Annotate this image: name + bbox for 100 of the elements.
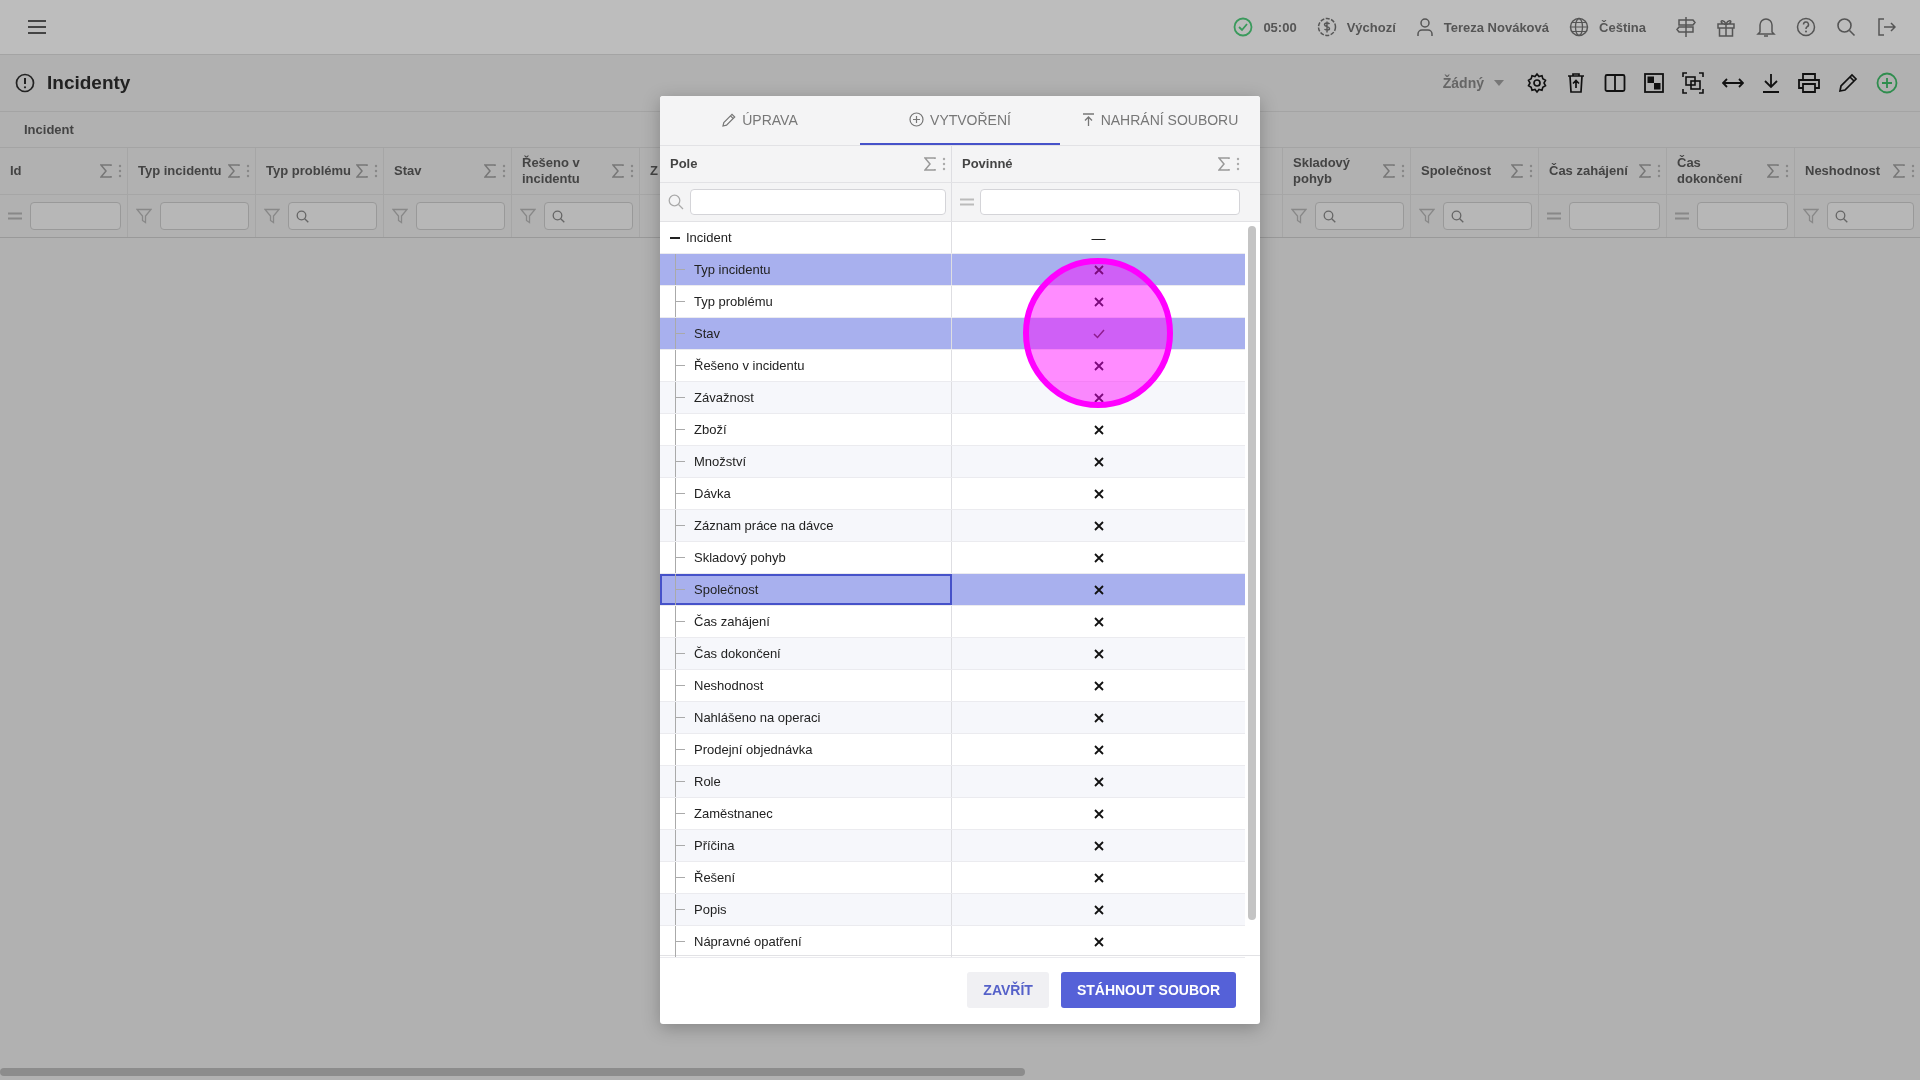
sum-icon[interactable]: [484, 164, 496, 178]
filter-field[interactable]: [1315, 202, 1404, 230]
filter-field[interactable]: [1569, 202, 1660, 230]
column-header[interactable]: Typ incidentu: [128, 148, 255, 195]
tree-row[interactable]: Prodejní objednávka: [660, 734, 952, 765]
filter-field[interactable]: [690, 189, 946, 215]
column-menu-icon[interactable]: [1529, 164, 1533, 178]
sum-icon[interactable]: [1218, 157, 1230, 171]
column-header[interactable]: Povinné: [952, 146, 1245, 182]
filter-field[interactable]: [30, 202, 121, 230]
dialog-tab[interactable]: NAHRÁNÍ SOUBORU: [1060, 96, 1260, 145]
filter-field[interactable]: [288, 202, 377, 230]
filter-icon[interactable]: [264, 208, 280, 224]
column-menu-icon[interactable]: [1785, 164, 1789, 178]
sum-icon[interactable]: [100, 164, 112, 178]
column-menu-icon[interactable]: [630, 164, 634, 178]
sum-icon[interactable]: [1383, 164, 1395, 178]
download-button[interactable]: STÁHNOUT SOUBOR: [1060, 972, 1236, 1008]
sum-icon[interactable]: [356, 164, 368, 178]
sum-icon[interactable]: [228, 164, 240, 178]
user-name[interactable]: Tereza Nováková: [1443, 19, 1550, 35]
search-icon[interactable]: [1836, 17, 1856, 37]
filter-field[interactable]: [416, 202, 505, 230]
tree-row[interactable]: Nápravné opatření: [660, 926, 952, 957]
column-header[interactable]: Typ problému: [256, 148, 383, 195]
trash-icon[interactable]: [1566, 72, 1586, 94]
filter-icon[interactable]: [1803, 208, 1819, 224]
frame-icon[interactable]: [1682, 72, 1704, 94]
filter-field[interactable]: [1827, 202, 1914, 230]
equals-icon[interactable]: [1547, 212, 1561, 220]
gift-icon[interactable]: [1716, 17, 1736, 37]
column-header[interactable]: Společnost: [1411, 148, 1538, 195]
sum-icon[interactable]: [1639, 164, 1651, 178]
tree-row[interactable]: Zaměstnanec: [660, 798, 952, 829]
filter-field[interactable]: [160, 202, 249, 230]
tree-row[interactable]: Řešeno v incidentu: [660, 350, 952, 381]
resize-horizontal-icon[interactable]: [1722, 76, 1744, 90]
column-menu-icon[interactable]: [1236, 157, 1240, 171]
sum-icon[interactable]: [612, 164, 624, 178]
column-header[interactable]: Pole: [660, 146, 952, 182]
column-header[interactable]: Id: [0, 148, 127, 195]
tree-row[interactable]: Neshodnost: [660, 670, 952, 701]
column-menu-icon[interactable]: [246, 164, 250, 178]
add-icon[interactable]: [1876, 72, 1898, 94]
filter-field[interactable]: [1443, 202, 1532, 230]
close-button[interactable]: ZAVŘÍT: [967, 972, 1049, 1008]
column-menu-icon[interactable]: [118, 164, 122, 178]
sum-icon[interactable]: [1511, 164, 1523, 178]
filter-field[interactable]: [544, 202, 633, 230]
column-menu-icon[interactable]: [374, 164, 378, 178]
logout-icon[interactable]: [1876, 17, 1896, 37]
column-header[interactable]: Neshodnost: [1795, 148, 1920, 195]
tree-row[interactable]: Incident: [660, 222, 952, 253]
equals-icon[interactable]: [8, 212, 22, 220]
currency-icon[interactable]: [1316, 17, 1337, 37]
download-icon[interactable]: [1762, 73, 1780, 93]
filter-icon[interactable]: [1419, 208, 1435, 224]
currency-label[interactable]: Výchozí: [1346, 19, 1396, 35]
tree-row[interactable]: Řešení: [660, 862, 952, 893]
column-menu-icon[interactable]: [1401, 164, 1405, 178]
tree-row[interactable]: Čas zahájení: [660, 606, 952, 637]
sum-icon[interactable]: [1767, 164, 1779, 178]
filter-icon[interactable]: [136, 208, 152, 224]
equals-icon[interactable]: [960, 198, 974, 206]
pencil-icon[interactable]: [1838, 73, 1858, 93]
column-menu-icon[interactable]: [1657, 164, 1661, 178]
column-header[interactable]: Stav: [384, 148, 511, 195]
vertical-scrollbar[interactable]: [1248, 226, 1256, 920]
signpost-icon[interactable]: [1676, 16, 1696, 38]
sum-icon[interactable]: [924, 157, 936, 171]
filter-icon[interactable]: [1291, 208, 1307, 224]
user-icon[interactable]: [1415, 17, 1434, 37]
column-header[interactable]: Skladový pohyb: [1283, 148, 1410, 195]
print-icon[interactable]: [1798, 73, 1820, 93]
tree-row[interactable]: Skladový pohyb: [660, 542, 952, 573]
column-header[interactable]: Čas zahájení: [1539, 148, 1666, 195]
bell-icon[interactable]: [1756, 16, 1776, 38]
collapse-icon[interactable]: [670, 236, 680, 239]
globe-icon[interactable]: [1569, 17, 1590, 37]
settings-icon[interactable]: [1526, 72, 1548, 94]
filter-icon[interactable]: [520, 208, 536, 224]
filter-field[interactable]: [1697, 202, 1788, 230]
filter-icon[interactable]: [392, 208, 408, 224]
language-label[interactable]: Čeština: [1599, 19, 1646, 35]
column-menu-icon[interactable]: [502, 164, 506, 178]
tree-row[interactable]: Typ problému: [660, 286, 952, 317]
column-header[interactable]: Řešeno v incidentu: [512, 148, 639, 195]
filter-field[interactable]: [980, 189, 1240, 215]
menu-icon[interactable]: [27, 19, 47, 35]
column-menu-icon[interactable]: [942, 157, 946, 171]
equals-icon[interactable]: [1675, 212, 1689, 220]
tree-row[interactable]: Zboží: [660, 414, 952, 445]
dialog-tab[interactable]: ÚPRAVA: [660, 96, 860, 145]
sum-icon[interactable]: [1893, 164, 1905, 178]
column-header[interactable]: Čas dokončení: [1667, 148, 1794, 195]
column-menu-icon[interactable]: [1911, 164, 1915, 178]
grid-icon[interactable]: [1644, 73, 1664, 93]
tree-row[interactable]: Dávka: [660, 478, 952, 509]
help-icon[interactable]: [1796, 17, 1816, 37]
columns-icon[interactable]: [1604, 73, 1626, 93]
